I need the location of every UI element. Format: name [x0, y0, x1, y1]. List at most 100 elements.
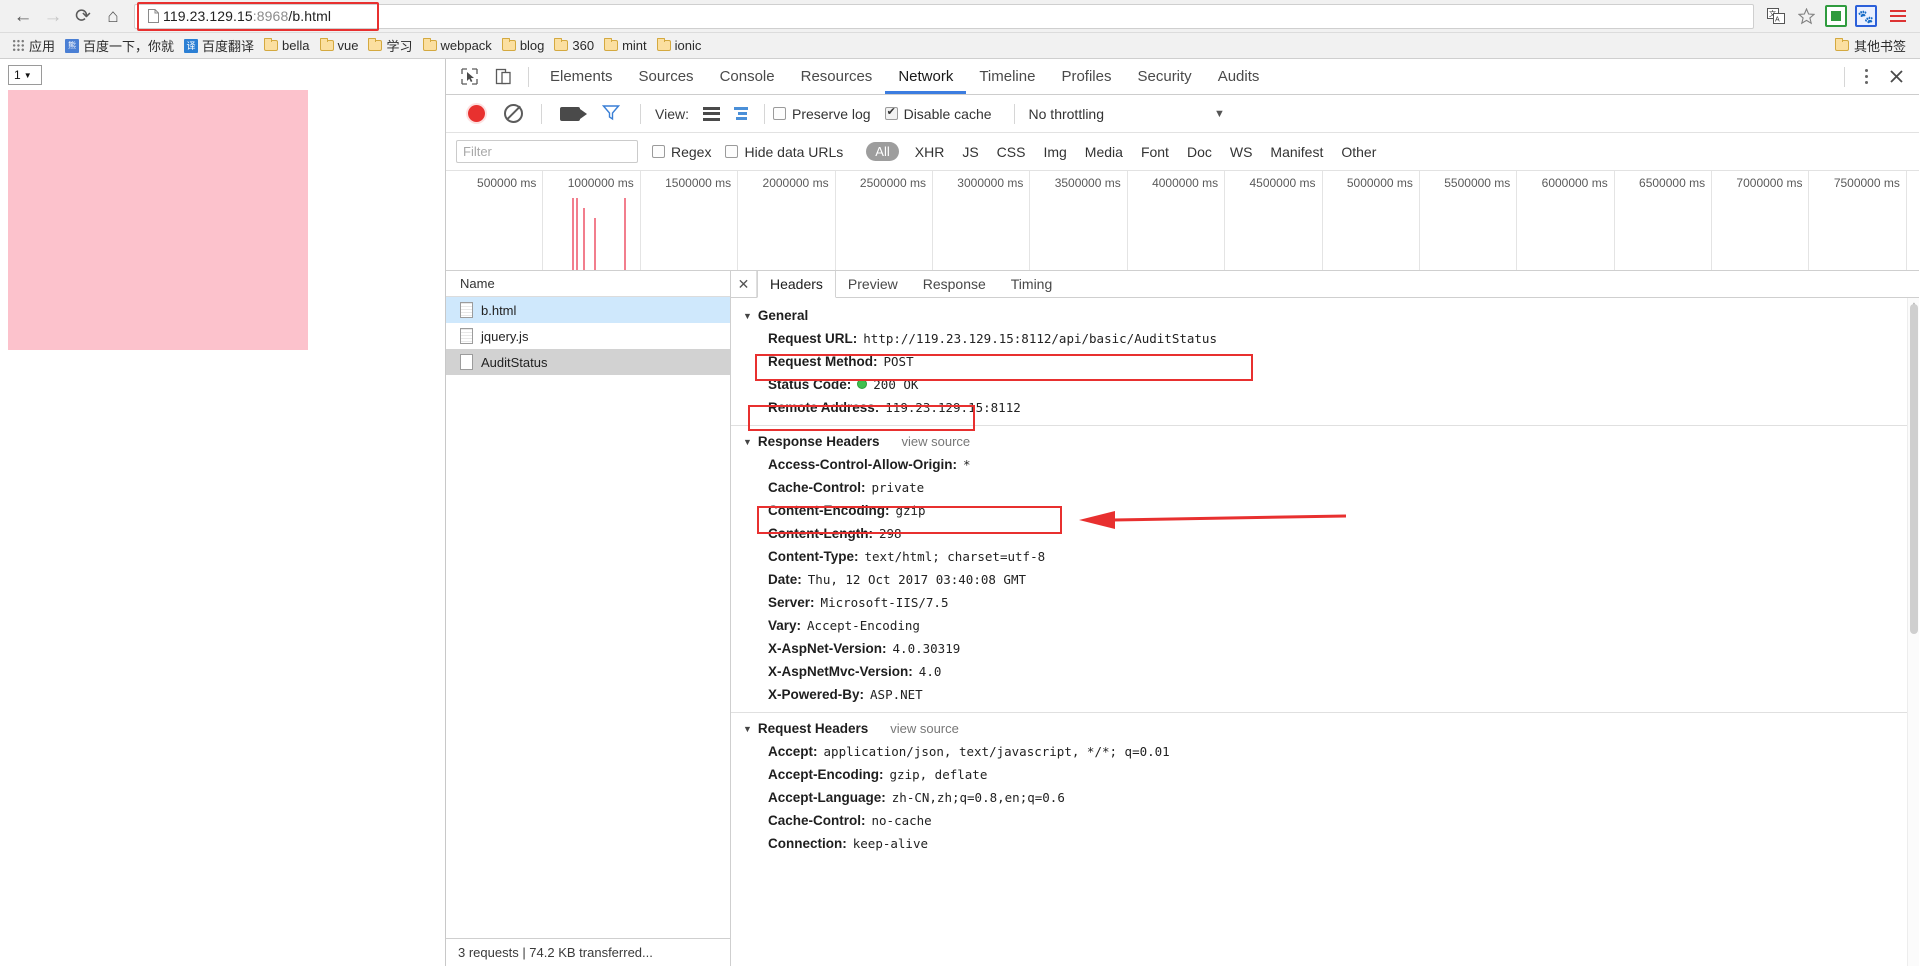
- regex-checkbox[interactable]: Regex: [652, 144, 711, 160]
- bookmark-label: vue: [337, 38, 359, 53]
- home-icon[interactable]: ⌂: [98, 3, 128, 29]
- filter-type-img[interactable]: Img: [1043, 144, 1066, 160]
- record-button-icon[interactable]: [468, 105, 485, 122]
- timeline-tick-label: 6000000 ms: [1541, 176, 1608, 190]
- hamburger-menu-icon[interactable]: [1884, 3, 1912, 29]
- funnel-filter-icon[interactable]: [601, 104, 621, 124]
- section-request-headers[interactable]: ▼ Request Headers view source: [731, 717, 1919, 740]
- detail-tab-timing[interactable]: Timing: [999, 271, 1066, 297]
- filter-type-manifest[interactable]: Manifest: [1270, 144, 1323, 160]
- checkbox[interactable]: [884, 105, 898, 120]
- table-row[interactable]: b.html: [446, 297, 730, 323]
- other-bookmarks-folder[interactable]: 其他书签: [1831, 34, 1912, 57]
- address-bar[interactable]: 119.23.129.15:8968/b.html: [134, 1, 1754, 31]
- filter-input[interactable]: [456, 140, 638, 163]
- translate-icon[interactable]: 文 A: [1762, 3, 1790, 29]
- bookmark-folder-mint[interactable]: mint: [600, 36, 653, 55]
- disable-cache-label: Disable cache: [903, 105, 992, 122]
- bookmark-label: ionic: [674, 38, 702, 53]
- tab-security[interactable]: Security: [1125, 60, 1205, 94]
- header-key: Accept-Language:: [768, 789, 886, 805]
- filter-type-font[interactable]: Font: [1141, 144, 1169, 160]
- header-key: Accept:: [768, 743, 818, 759]
- star-icon[interactable]: [1792, 3, 1820, 29]
- reload-icon[interactable]: ⟳: [68, 3, 98, 29]
- header-value: Thu, 12 Oct 2017 03:40:08 GMT: [807, 571, 1027, 587]
- bookmark-label: blog: [519, 38, 545, 53]
- table-row[interactable]: AuditStatus: [446, 349, 730, 375]
- inspect-cursor-icon[interactable]: [454, 64, 484, 90]
- clear-icon[interactable]: [504, 104, 523, 123]
- bookmark-folder-360[interactable]: 360: [550, 36, 600, 55]
- bookmark-folder-vue[interactable]: vue: [316, 36, 365, 55]
- list-view-icon[interactable]: [702, 106, 720, 121]
- bookmark-baidu-translate[interactable]: 译 百度翻译: [180, 34, 260, 57]
- section-response-headers[interactable]: ▼ Response Headers view source: [731, 430, 1919, 453]
- bookmark-apps[interactable]: 应用: [8, 34, 61, 57]
- filter-type-doc[interactable]: Doc: [1187, 144, 1212, 160]
- tab-profiles[interactable]: Profiles: [1048, 60, 1124, 94]
- filter-type-css[interactable]: CSS: [997, 144, 1026, 160]
- close-icon[interactable]: ✕: [731, 271, 757, 297]
- throttling-select[interactable]: No throttling: [1029, 106, 1104, 122]
- page-select-dropdown[interactable]: 1 ▼: [8, 65, 42, 85]
- bookmark-folder-xuexi[interactable]: 学习: [364, 34, 418, 57]
- filter-type-ws[interactable]: WS: [1230, 144, 1253, 160]
- header-key: Access-Control-Allow-Origin:: [768, 456, 958, 472]
- close-icon[interactable]: [1881, 64, 1911, 90]
- tab-console[interactable]: Console: [707, 60, 788, 94]
- divider: [1844, 66, 1845, 87]
- detail-tab-preview[interactable]: Preview: [836, 271, 911, 297]
- table-row[interactable]: jquery.js: [446, 323, 730, 349]
- detail-scrollbar[interactable]: ▲: [1907, 298, 1919, 966]
- bookmark-folder-blog[interactable]: blog: [498, 36, 551, 55]
- tab-sources[interactable]: Sources: [626, 60, 707, 94]
- filter-type-media[interactable]: Media: [1085, 144, 1123, 160]
- tab-timeline[interactable]: Timeline: [966, 60, 1048, 94]
- filter-type-other[interactable]: Other: [1341, 144, 1376, 160]
- timeline-tick-label: 1000000 ms: [567, 176, 634, 190]
- status-ok-dot-icon: [857, 378, 868, 389]
- bookmark-folder-bella[interactable]: bella: [260, 36, 315, 55]
- pink-content-box: [8, 90, 308, 350]
- chevron-down-icon[interactable]: ▼: [1214, 108, 1225, 120]
- tab-network[interactable]: Network: [885, 60, 966, 94]
- section-general[interactable]: ▼ General: [731, 304, 1919, 327]
- header-key: Remote Address:: [768, 399, 880, 415]
- timeline-tick-label: 7500000 ms: [1833, 176, 1900, 190]
- bookmark-label: mint: [622, 38, 647, 53]
- scrollbar-thumb[interactable]: [1910, 304, 1918, 634]
- forward-arrow-icon[interactable]: →: [38, 3, 68, 29]
- tab-audits[interactable]: Audits: [1205, 60, 1273, 94]
- view-source-link[interactable]: view source: [890, 721, 959, 736]
- bookmark-baidu[interactable]: 熊 百度一下，你就: [61, 34, 180, 57]
- bookmark-folder-webpack[interactable]: webpack: [419, 36, 498, 55]
- checkbox[interactable]: [652, 145, 665, 158]
- network-timeline-overview[interactable]: 500000 ms 1000000 ms 1500000 ms 2000000 ms 2…: [446, 171, 1919, 271]
- request-name: b.html: [481, 302, 517, 318]
- filter-type-all[interactable]: All: [866, 142, 899, 161]
- bookmark-folder-ionic[interactable]: ionic: [653, 36, 708, 55]
- view-source-link[interactable]: view source: [901, 434, 970, 449]
- tab-resources[interactable]: Resources: [788, 60, 886, 94]
- device-toolbar-icon[interactable]: [488, 64, 518, 90]
- back-arrow-icon[interactable]: ←: [8, 3, 38, 29]
- filter-type-js[interactable]: JS: [962, 144, 978, 160]
- header-key: Cache-Control:: [768, 812, 866, 828]
- kebab-menu-icon[interactable]: [1853, 64, 1879, 90]
- hide-data-urls-checkbox[interactable]: Hide data URLs: [725, 144, 843, 160]
- header-row-request-cache-control: Cache-Control: no-cache: [731, 809, 1919, 832]
- detail-tab-headers[interactable]: Headers: [757, 271, 836, 298]
- preserve-log-checkbox[interactable]: Preserve log: [772, 106, 871, 122]
- checkbox[interactable]: [772, 107, 786, 120]
- green-extension-icon[interactable]: [1822, 3, 1850, 29]
- tab-elements[interactable]: Elements: [537, 60, 626, 94]
- checkbox[interactable]: [725, 145, 739, 158]
- blue-paw-extension-icon[interactable]: 🐾: [1852, 3, 1880, 29]
- waterfall-view-icon[interactable]: [733, 107, 748, 120]
- detail-tab-response[interactable]: Response: [911, 271, 999, 297]
- filter-type-xhr[interactable]: XHR: [915, 144, 945, 160]
- camera-screenshots-icon[interactable]: [560, 106, 587, 121]
- disable-cache-checkbox[interactable]: Disable cache: [884, 105, 992, 122]
- timeline-tick-label: 3000000 ms: [957, 176, 1024, 190]
